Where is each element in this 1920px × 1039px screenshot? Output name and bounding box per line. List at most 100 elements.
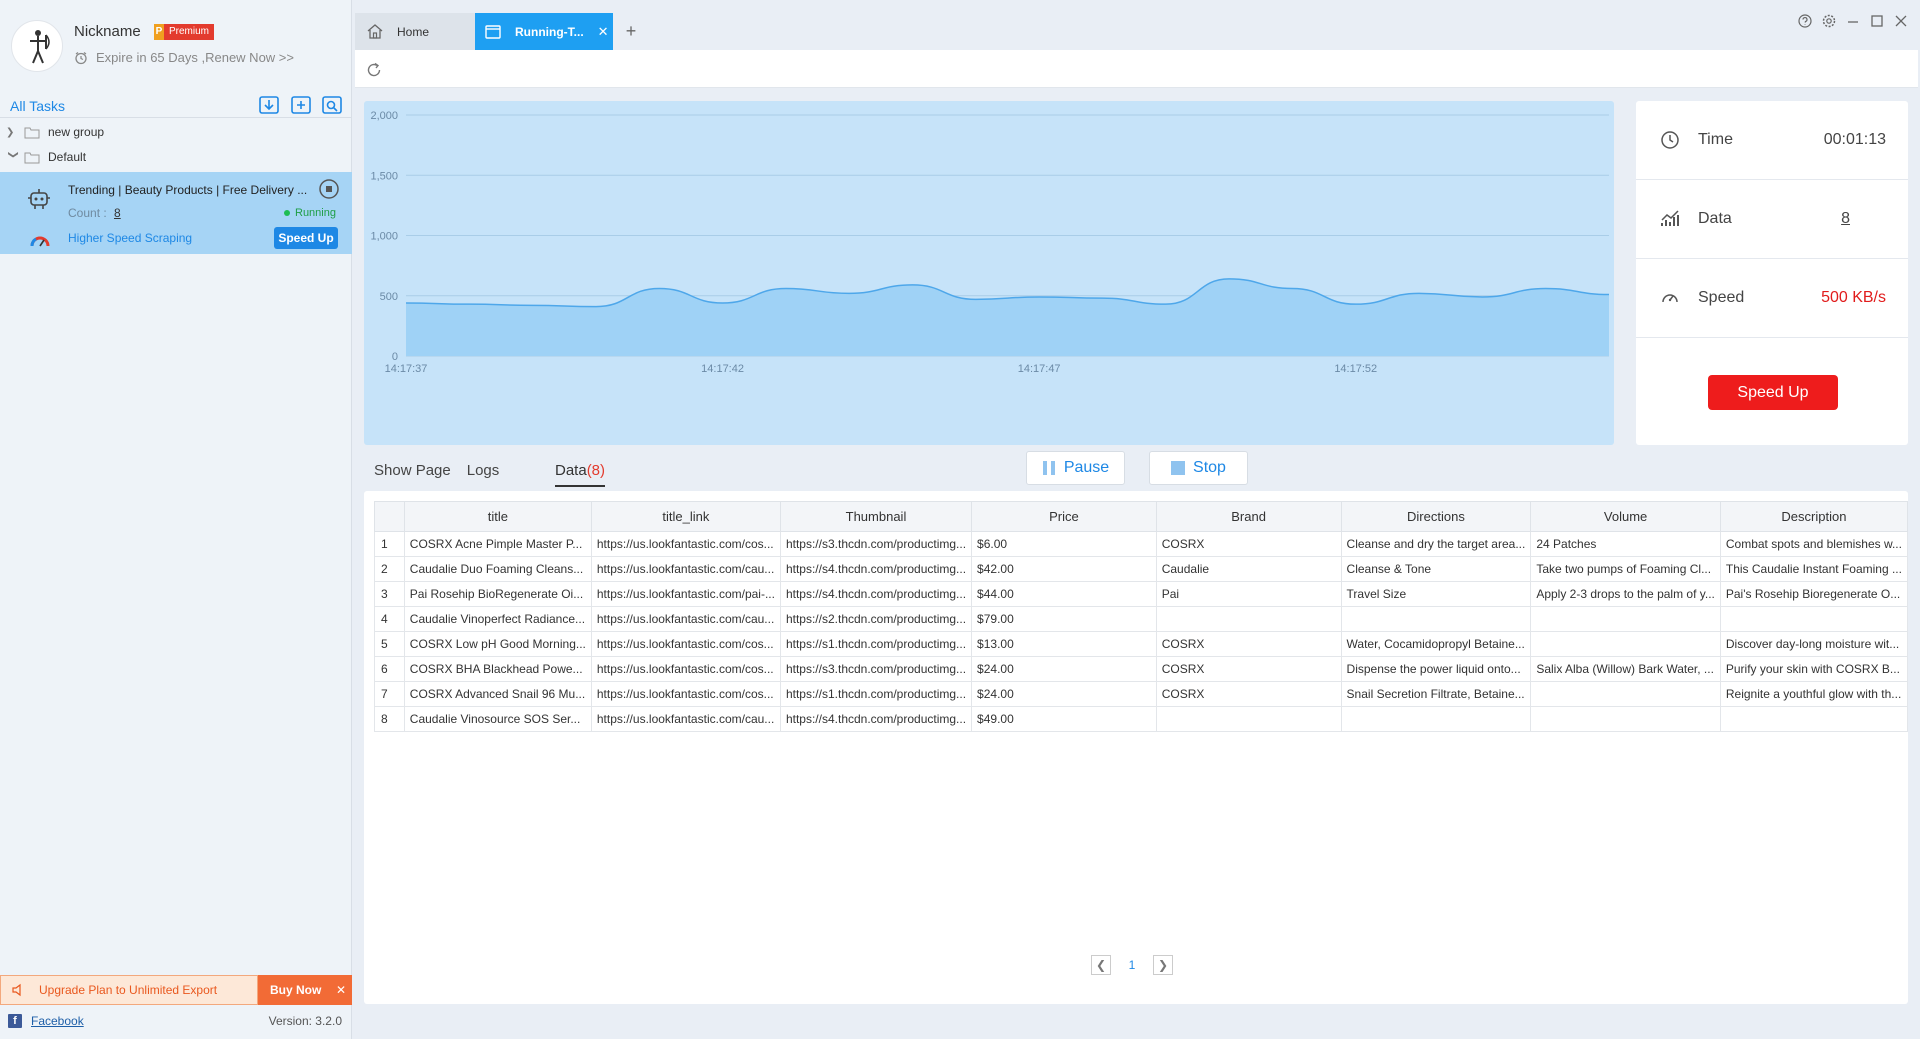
upgrade-notice[interactable]: Upgrade Plan to Unlimited Export bbox=[0, 975, 258, 1005]
table-cell: $13.00 bbox=[971, 631, 1157, 657]
pagination: ❮ 1 ❯ bbox=[1091, 955, 1173, 975]
tab-show-page[interactable]: Show Page bbox=[374, 462, 451, 485]
status-dot-icon bbox=[284, 210, 290, 216]
table-row[interactable]: 2 Caudalie Duo Foaming Cleans... https://u… bbox=[374, 556, 1909, 582]
table-cell bbox=[1530, 706, 1721, 732]
stop-task-icon[interactable] bbox=[318, 178, 340, 200]
speed-up-button[interactable]: Speed Up bbox=[1708, 375, 1838, 410]
buy-now-button[interactable]: Buy Now ✕ bbox=[258, 975, 352, 1005]
gear-icon[interactable] bbox=[1822, 14, 1836, 28]
table-cell: https://us.lookfantastic.com/cau... bbox=[590, 556, 781, 582]
page-number[interactable]: 1 bbox=[1123, 958, 1141, 972]
stats-panel: Time 00:01:13 Data 8 Speed 500 KB/s Spee… bbox=[1636, 101, 1908, 445]
chevron-right-icon[interactable]: ❯ bbox=[6, 127, 20, 138]
table-cell: https://us.lookfantastic.com/cos... bbox=[590, 681, 781, 707]
task-title[interactable]: Trending | Beauty Products | Free Delive… bbox=[68, 183, 318, 197]
expire-notice[interactable]: Expire in 65 Days ,Renew Now >> bbox=[74, 50, 294, 65]
row-index: 7 bbox=[374, 681, 405, 707]
table-cell: Snail Secretion Filtrate, Betaine... bbox=[1340, 681, 1532, 707]
close-icon[interactable]: ✕ bbox=[336, 983, 346, 997]
table-cell: 24 Patches bbox=[1530, 531, 1721, 557]
task-speed-up-button[interactable]: Speed Up bbox=[274, 227, 338, 249]
pause-button[interactable]: Pause bbox=[1026, 451, 1125, 485]
table-row[interactable]: 8 Caudalie Vinosource SOS Ser... https://u… bbox=[374, 706, 1909, 732]
maximize-icon[interactable] bbox=[1870, 14, 1884, 28]
table-cell: COSRX bbox=[1155, 631, 1342, 657]
table-cell: Combat spots and blemishes w... bbox=[1719, 531, 1909, 557]
profile-header: Nickname P Premium Expire in 65 Days ,Re… bbox=[0, 0, 352, 90]
table-cell: https://s3.thcdn.com/productimg... bbox=[779, 531, 973, 557]
close-tab-icon[interactable]: ✕ bbox=[598, 24, 609, 40]
table-cell: Pai bbox=[1155, 581, 1342, 607]
table-row[interactable]: 6 COSRX BHA Blackhead Powe... https://us.l… bbox=[374, 656, 1909, 682]
robot-icon bbox=[26, 186, 52, 212]
column-header[interactable]: title bbox=[403, 501, 592, 532]
stat-time: Time 00:01:13 bbox=[1636, 101, 1908, 180]
tab-bar: Home Running-T... ✕ + bbox=[353, 0, 1920, 50]
table-row[interactable]: 4 Caudalie Vinoperfect Radiance... https:/… bbox=[374, 606, 1909, 632]
table-cell: https://s3.thcdn.com/productimg... bbox=[779, 656, 973, 682]
next-page-icon[interactable]: ❯ bbox=[1153, 955, 1173, 975]
task-status-label: Running bbox=[295, 207, 336, 219]
help-icon[interactable] bbox=[1798, 14, 1812, 28]
column-header[interactable]: Description bbox=[1719, 501, 1909, 532]
row-index: 1 bbox=[374, 531, 405, 557]
table-row[interactable]: 7 COSRX Advanced Snail 96 Mu... https://us… bbox=[374, 681, 1909, 707]
facebook-icon[interactable]: f bbox=[8, 1014, 22, 1028]
column-header[interactable]: Price bbox=[971, 501, 1157, 532]
tree-item-default[interactable]: ❯ Default bbox=[0, 145, 352, 169]
table-cell: https://s2.thcdn.com/productimg... bbox=[779, 606, 973, 632]
tab-data[interactable]: Data(8) bbox=[555, 462, 606, 487]
task-count[interactable]: 8 bbox=[114, 206, 121, 220]
close-window-icon[interactable] bbox=[1894, 14, 1908, 28]
tab-home[interactable]: Home bbox=[355, 13, 475, 50]
refresh-icon[interactable] bbox=[365, 61, 383, 79]
trend-chart-icon bbox=[1660, 209, 1680, 229]
search-task-icon[interactable] bbox=[321, 94, 343, 116]
column-header[interactable]: Directions bbox=[1340, 501, 1532, 532]
stop-icon bbox=[1171, 461, 1186, 475]
column-header[interactable]: title_link bbox=[590, 501, 781, 532]
table-row[interactable]: 5 COSRX Low pH Good Morning... https://us.… bbox=[374, 631, 1909, 657]
minimize-icon[interactable] bbox=[1846, 14, 1860, 28]
table-row[interactable]: 1 COSRX Acne Pimple Master P... https://us… bbox=[374, 531, 1909, 557]
home-icon bbox=[367, 24, 383, 39]
y-tick-label: 0 bbox=[392, 351, 398, 363]
add-task-icon[interactable] bbox=[290, 94, 312, 116]
all-tasks-label[interactable]: All Tasks bbox=[10, 98, 65, 114]
tab-running[interactable]: Running-T... ✕ bbox=[475, 13, 613, 50]
tab-home-label: Home bbox=[397, 24, 430, 39]
tree-item-new-group[interactable]: ❯ new group bbox=[0, 120, 352, 144]
column-header[interactable]: Volume bbox=[1530, 501, 1721, 532]
table-cell: Cleanse & Tone bbox=[1340, 556, 1532, 582]
stop-button[interactable]: Stop bbox=[1149, 451, 1248, 485]
table-cell: Apply 2-3 drops to the palm of y... bbox=[1530, 581, 1721, 607]
column-header[interactable] bbox=[374, 501, 405, 532]
chevron-down-icon[interactable]: ❯ bbox=[8, 150, 19, 164]
task-status: Running bbox=[284, 207, 336, 219]
nickname: Nickname bbox=[74, 23, 141, 40]
import-task-icon[interactable] bbox=[258, 94, 280, 116]
clock-icon bbox=[1660, 130, 1680, 150]
data-value[interactable]: 8 bbox=[1841, 210, 1850, 228]
avatar[interactable] bbox=[11, 20, 63, 72]
speed-label: Speed bbox=[1698, 289, 1745, 306]
table-cell: $24.00 bbox=[971, 681, 1157, 707]
expire-text[interactable]: Expire in 65 Days ,Renew Now >> bbox=[96, 50, 294, 65]
table-cell: Pai's Rosehip Bioregenerate O... bbox=[1719, 581, 1909, 607]
table-cell: Discover day-long moisture wit... bbox=[1719, 631, 1909, 657]
time-label: Time bbox=[1698, 131, 1733, 148]
table-row[interactable]: 3 Pai Rosehip BioRegenerate Oi... https://… bbox=[374, 581, 1909, 607]
column-header[interactable]: Thumbnail bbox=[779, 501, 973, 532]
alarm-clock-icon bbox=[75, 51, 87, 64]
table-cell: COSRX BHA Blackhead Powe... bbox=[403, 656, 592, 682]
sidebar: Nickname P Premium Expire in 65 Days ,Re… bbox=[0, 0, 352, 1039]
column-header[interactable]: Brand bbox=[1155, 501, 1342, 532]
task-card[interactable]: Trending | Beauty Products | Free Delive… bbox=[0, 172, 352, 254]
facebook-link[interactable]: Facebook bbox=[31, 1014, 84, 1028]
prev-page-icon[interactable]: ❮ bbox=[1091, 955, 1111, 975]
tab-logs[interactable]: Logs bbox=[467, 462, 500, 485]
row-index: 3 bbox=[374, 581, 405, 607]
y-tick-label: 1,500 bbox=[370, 170, 398, 182]
add-tab-icon[interactable]: + bbox=[621, 13, 641, 50]
